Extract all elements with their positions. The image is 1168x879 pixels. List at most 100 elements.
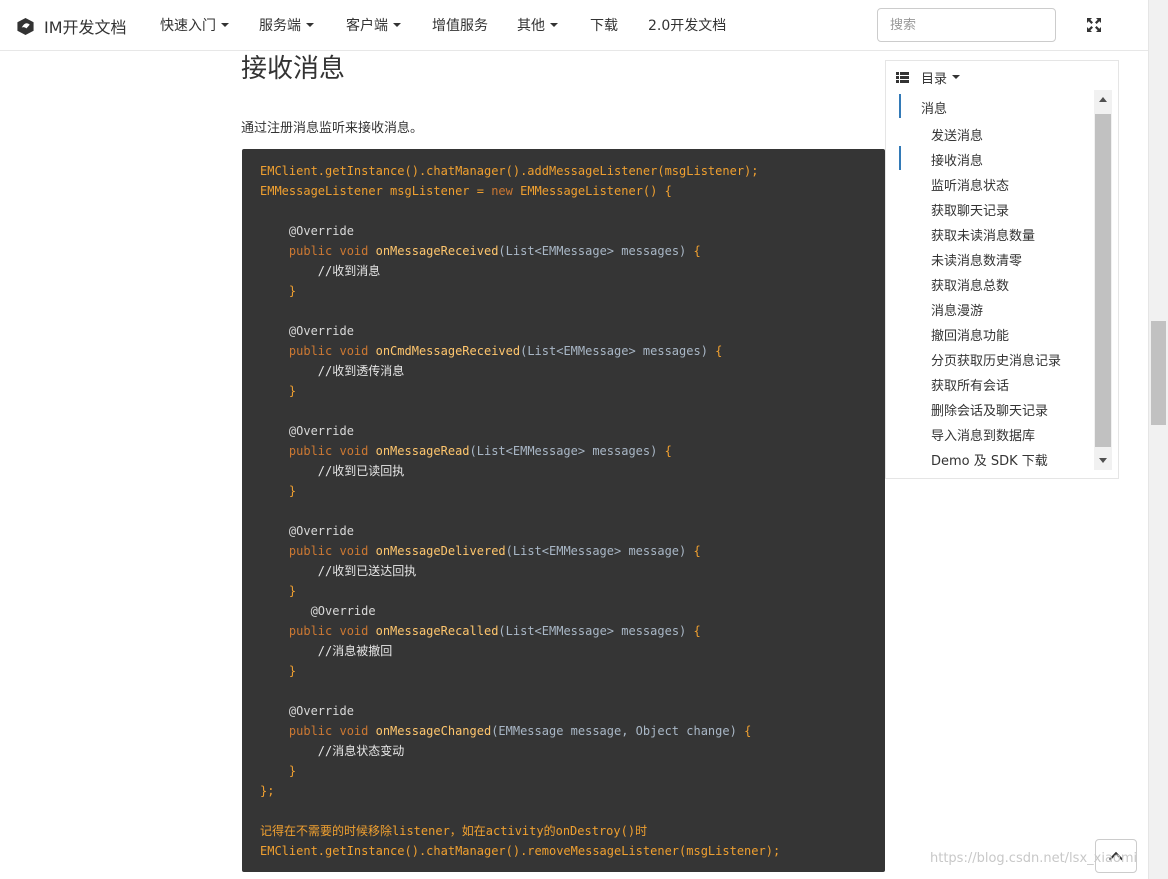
code-line: }: [260, 761, 780, 781]
code-token: //收到透传消息: [260, 364, 405, 378]
chevron-down-icon: [393, 23, 401, 27]
toc-header-label: 目录: [921, 71, 948, 87]
code-token: //收到消息: [260, 264, 381, 278]
code-token: {: [693, 244, 701, 258]
toc-item[interactable]: 删除会话及聊天记录: [931, 400, 1048, 419]
code-line: //收到透传消息: [260, 361, 780, 381]
search-input[interactable]: [877, 8, 1056, 42]
code-token: (EMMessage message, Object change): [491, 724, 745, 738]
code-token: (List<EMMessage> messages): [498, 244, 694, 258]
toc-item[interactable]: 消息: [921, 98, 947, 117]
nav-item-label: 下载: [590, 18, 618, 34]
chevron-down-icon: [952, 75, 961, 79]
code-token: onMessageRecalled: [375, 624, 499, 638]
code-token: {: [693, 624, 701, 638]
toc-item[interactable]: 获取聊天记录: [931, 200, 1009, 219]
code-token: };: [260, 784, 275, 798]
nav-item-4[interactable]: 其他: [517, 15, 558, 35]
toc-item[interactable]: 分页获取历史消息记录: [931, 350, 1061, 369]
code-token: 记得在不需要的时候移除listener，如在activity的onDestroy…: [260, 824, 648, 838]
code-line: @Override: [260, 421, 780, 441]
page-scrollbar-thumb[interactable]: [1151, 321, 1166, 425]
code-token: }: [260, 484, 297, 498]
nav-item-2[interactable]: 客户端: [346, 15, 401, 35]
code-token: {: [664, 444, 672, 458]
toc-item[interactable]: 获取未读消息数量: [931, 225, 1035, 244]
code-token: public void: [260, 544, 376, 558]
code-token: public void: [260, 444, 376, 458]
code-line: //收到已送达回执: [260, 561, 780, 581]
watermark-text: https://blog.csdn.net/lsx_xiaomi: [930, 851, 1138, 866]
code-line: }: [260, 481, 780, 501]
code-line: //收到已读回执: [260, 461, 780, 481]
code-line: }: [260, 281, 780, 301]
code-token: public void: [260, 344, 376, 358]
code-line: @Override: [260, 701, 780, 721]
scroll-up-icon[interactable]: [1099, 97, 1107, 102]
toc-item[interactable]: 撤回消息功能: [931, 325, 1009, 344]
toc-scrollbar[interactable]: [1094, 90, 1112, 470]
toc-item[interactable]: 获取消息总数: [931, 275, 1009, 294]
code-line: //消息状态变动: [260, 741, 780, 761]
toc-item[interactable]: 消息漫游: [931, 300, 983, 319]
code-token: {: [744, 724, 752, 738]
code-token: @Override: [260, 704, 354, 718]
nav-item-3[interactable]: 增值服务: [432, 15, 488, 35]
code-token: EMClient.getInstance().chatManager().rem…: [260, 844, 781, 858]
code-line: }: [260, 581, 780, 601]
code-lines: EMClient.getInstance().chatManager().add…: [260, 161, 780, 861]
nav-item-1[interactable]: 服务端: [259, 15, 314, 35]
toc-item[interactable]: 接收消息: [931, 150, 983, 169]
toc-item[interactable]: 获取所有会话: [931, 375, 1009, 394]
toc-item[interactable]: 监听消息状态: [931, 175, 1009, 194]
code-token: //收到已送达回执: [260, 564, 417, 578]
toc-dropdown-toggle[interactable]: 目录: [896, 69, 961, 87]
code-token: }: [260, 764, 297, 778]
code-token: {: [715, 344, 723, 358]
code-line: 记得在不需要的时候移除listener，如在activity的onDestroy…: [260, 821, 780, 841]
code-token: onMessageDelivered: [375, 544, 506, 558]
chevron-down-icon: [221, 23, 229, 27]
code-token: onMessageReceived: [375, 244, 499, 258]
brand-link[interactable]: IM开发文档: [16, 14, 127, 38]
nav-item-5[interactable]: 下载: [590, 15, 618, 35]
toc-active-indicator: [899, 146, 901, 170]
code-token: @Override: [260, 604, 376, 618]
code-token: }: [260, 384, 297, 398]
toc-item[interactable]: 未读消息数清零: [931, 250, 1022, 269]
section-heading: 接收消息: [241, 54, 346, 84]
fullscreen-icon[interactable]: [1086, 17, 1102, 33]
code-token: }: [260, 284, 297, 298]
nav-item-0[interactable]: 快速入门: [160, 15, 229, 35]
toc-list: 消息发送消息接收消息监听消息状态 获取聊天记录获取未读消息数量 未读消息数清零 获取消…: [886, 90, 1094, 470]
toc-item[interactable]: Demo 及 SDK 下载: [931, 450, 1048, 469]
code-token: EMMessageListener() {: [512, 184, 672, 198]
scroll-down-icon[interactable]: [1099, 458, 1107, 463]
page-scrollbar[interactable]: [1148, 0, 1168, 879]
toc-item[interactable]: 发送消息: [931, 125, 983, 144]
code-line: public void onMessageDelivered(List<EMMe…: [260, 541, 780, 561]
nav-item-label: 客户端: [346, 18, 388, 34]
code-token: new: [491, 184, 513, 198]
code-line: EMMessageListener msgListener = new EMMe…: [260, 181, 780, 201]
nav-item-6[interactable]: 2.0开发文档: [648, 15, 726, 35]
code-token: //消息被撤回: [260, 644, 393, 658]
code-token: @Override: [260, 324, 354, 338]
code-token: }: [260, 664, 297, 678]
nav-item-label: 增值服务: [432, 18, 488, 34]
code-token: public void: [260, 244, 376, 258]
code-token: (List<EMMessage> messages): [520, 344, 716, 358]
code-token: (List<EMMessage> messages): [498, 624, 694, 638]
code-token: EMClient.getInstance().chatManager().add…: [260, 164, 759, 178]
code-line: }: [260, 661, 780, 681]
code-line: };: [260, 781, 780, 801]
toc-item[interactable]: 导入消息到数据库: [931, 425, 1035, 444]
code-line: public void onCmdMessageReceived(List<EM…: [260, 341, 780, 361]
top-navbar: IM开发文档 快速入门 服务端 客户端 增值服务 其他 下载 2.0开发文档: [0, 0, 1148, 51]
toc-scrollbar-thumb[interactable]: [1095, 114, 1111, 447]
